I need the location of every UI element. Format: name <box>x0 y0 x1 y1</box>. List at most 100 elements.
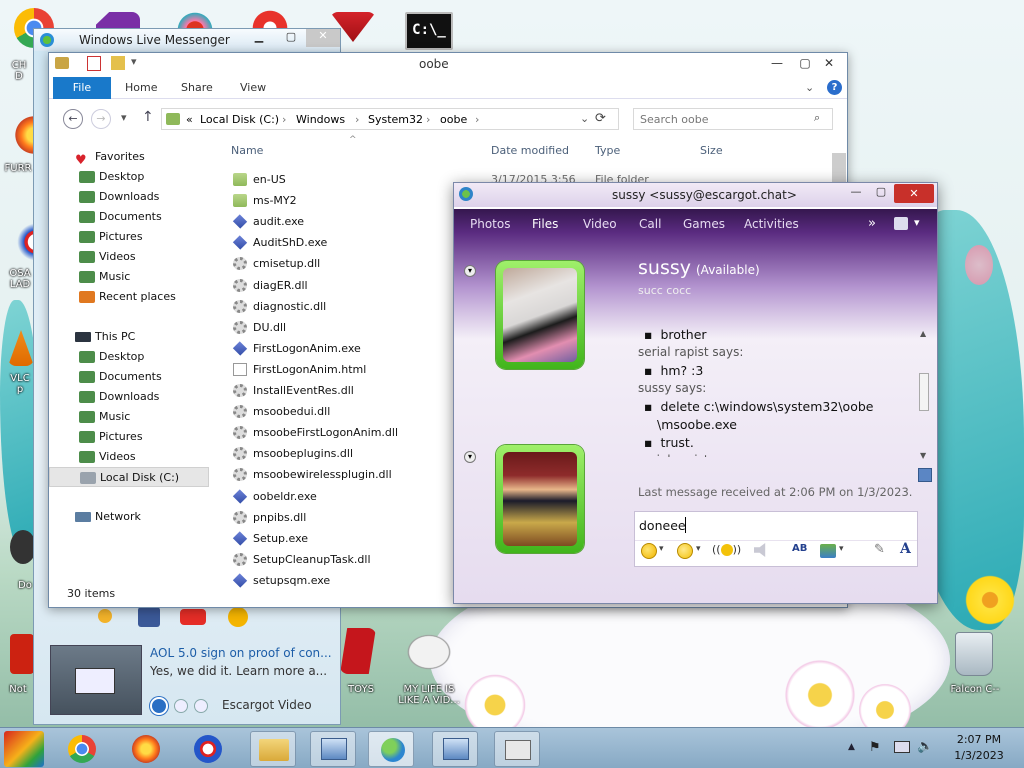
breadcrumb-item[interactable]: System32 <box>368 113 423 126</box>
facebook-icon[interactable] <box>138 607 160 627</box>
nav-this-pc-item[interactable]: Downloads <box>49 387 209 407</box>
breadcrumb-item[interactable]: Windows <box>296 113 345 126</box>
file-row[interactable]: diagnostic.dll <box>231 296 471 317</box>
search-icon[interactable]: ⌕ <box>814 111 820 125</box>
flag-icon[interactable]: ⚑ <box>869 740 881 755</box>
background-icon[interactable] <box>820 544 836 558</box>
scrollbar-thumb[interactable] <box>919 373 929 411</box>
tab-view[interactable]: View <box>240 77 266 99</box>
more-tabs-button[interactable]: » <box>868 216 876 231</box>
nav-this-pc-item[interactable]: Videos <box>49 447 209 467</box>
file-row[interactable]: setupsqm.exe <box>231 570 471 591</box>
tab-call[interactable]: Call <box>639 217 661 231</box>
ad-title[interactable]: AOL 5.0 sign on proof of con... <box>150 646 332 660</box>
taskbar-firefox[interactable] <box>126 731 166 767</box>
taskbar-explorer[interactable] <box>250 731 296 767</box>
nav-favorites-item[interactable]: Pictures <box>49 227 209 247</box>
chevron-down-icon[interactable]: ⌄ <box>805 81 814 94</box>
nav-favorites-item[interactable]: Downloads <box>49 187 209 207</box>
start-button[interactable] <box>4 731 44 767</box>
nav-this-pc-item[interactable]: Desktop <box>49 347 209 367</box>
nav-this-pc[interactable]: This PC <box>49 327 209 347</box>
breadcrumb-item[interactable]: Local Disk (C:) <box>200 113 279 126</box>
network-icon[interactable] <box>894 741 910 753</box>
prev-icon[interactable] <box>174 699 188 713</box>
file-row[interactable]: DU.dll <box>231 317 471 338</box>
clock-date[interactable]: 1/3/2023 <box>940 749 1018 762</box>
nav-this-pc-item[interactable]: Documents <box>49 367 209 387</box>
maximize-button[interactable]: ▢ <box>869 185 893 198</box>
chevron-down-icon[interactable]: ▾ <box>839 544 844 554</box>
new-folder-icon[interactable] <box>111 56 125 70</box>
refresh-icon[interactable]: ⟳ <box>595 111 606 126</box>
message-input[interactable]: doneee <box>634 511 918 567</box>
taskbar-messenger[interactable] <box>368 731 414 767</box>
file-row[interactable]: msoobewirelessplugin.dll <box>231 464 471 485</box>
scrollbar-thumb[interactable] <box>832 153 846 183</box>
chevron-down-icon[interactable]: ▾ <box>131 55 137 68</box>
file-row[interactable]: Setup.exe <box>231 528 471 549</box>
maximize-button[interactable]: ▢ <box>278 30 304 48</box>
file-row[interactable]: ms-MY2 <box>231 190 471 211</box>
properties-icon[interactable] <box>87 56 101 71</box>
nav-favorites[interactable]: ♥ Favorites <box>49 147 209 168</box>
file-row[interactable]: diagER.dll <box>231 275 471 296</box>
conversation-titlebar[interactable]: sussy <sussy@escargot.chat> — ▢ ✕ <box>454 183 937 207</box>
tray-expand-icon[interactable]: ▲ <box>848 742 855 752</box>
breadcrumb-overflow[interactable]: « <box>186 113 193 126</box>
column-size[interactable]: Size <box>700 144 723 157</box>
file-row[interactable]: msoobedui.dll <box>231 401 471 422</box>
forward-button[interactable]: → <box>91 109 111 129</box>
file-row[interactable]: pnpibs.dll <box>231 507 471 528</box>
nav-this-pc-item[interactable]: Pictures <box>49 427 209 447</box>
minimize-button[interactable]: — <box>763 53 791 73</box>
options-icon[interactable] <box>894 217 908 230</box>
user-avatar[interactable] <box>496 445 584 553</box>
tab-video[interactable]: Video <box>583 217 617 231</box>
tab-activities[interactable]: Activities <box>744 217 799 231</box>
file-row[interactable]: msoobeplugins.dll <box>231 443 471 464</box>
file-row[interactable]: en-US <box>231 169 471 190</box>
file-row[interactable]: AuditShD.exe <box>231 232 471 253</box>
nav-favorites-item[interactable]: Recent places <box>49 287 209 307</box>
chevron-down-icon[interactable]: ▾ <box>914 216 920 229</box>
sun-icon[interactable] <box>228 607 248 627</box>
minimize-button[interactable]: ▁ <box>246 30 272 48</box>
file-row[interactable]: FirstLogonAnim.exe <box>231 338 471 359</box>
file-row[interactable]: cmisetup.dll <box>231 253 471 274</box>
nav-favorites-item[interactable]: Videos <box>49 247 209 267</box>
not-desktop-icon[interactable] <box>10 634 34 674</box>
social-icon[interactable] <box>98 609 112 623</box>
file-row[interactable]: SetupCleanupTask.dll <box>231 549 471 570</box>
file-row[interactable]: audit.exe <box>231 211 471 232</box>
tab-files[interactable]: Files <box>532 217 558 231</box>
volume-icon[interactable]: 🔈 <box>917 739 933 754</box>
nudge-icon[interactable]: (()) <box>712 543 741 556</box>
chevron-down-icon[interactable]: ▾ <box>696 544 701 554</box>
text-mode-icon[interactable]: A <box>900 541 911 557</box>
mylife-desktop-icon[interactable] <box>404 632 454 672</box>
up-button[interactable]: ↑ <box>142 109 154 125</box>
font-icon[interactable]: AB <box>792 543 807 554</box>
help-icon[interactable]: ? <box>827 80 842 95</box>
nav-local-disk[interactable]: Local Disk (C:) <box>49 467 209 487</box>
handwriting-icon[interactable]: ✎ <box>874 542 885 557</box>
explorer-titlebar[interactable]: ▾ oobe — ▢ ✕ <box>49 53 847 75</box>
tab-file[interactable]: File <box>53 77 111 99</box>
file-row[interactable]: oobeldr.exe <box>231 486 471 507</box>
taskbar-app[interactable] <box>188 731 228 767</box>
nav-favorites-item[interactable]: Documents <box>49 207 209 227</box>
column-date[interactable]: Date modified <box>491 144 569 157</box>
column-type[interactable]: Type <box>595 144 620 157</box>
search-box[interactable]: Search oobe ⌕ <box>633 108 833 130</box>
file-row[interactable]: FirstLogonAnim.html <box>231 359 471 380</box>
next-icon[interactable] <box>194 699 208 713</box>
column-name[interactable]: Name <box>231 144 263 157</box>
nav-favorites-item[interactable]: Desktop <box>49 167 209 187</box>
taskbar-remote-2[interactable] <box>432 731 478 767</box>
chat-history[interactable]: ▪ brother serial rapist says: ▪ hm? :3 suss… <box>454 327 924 457</box>
tab-share[interactable]: Share <box>181 77 213 99</box>
clock-time[interactable]: 2:07 PM <box>940 733 1018 746</box>
back-button[interactable]: ← <box>63 109 83 129</box>
scroll-up-icon[interactable]: ▲ <box>920 329 926 338</box>
